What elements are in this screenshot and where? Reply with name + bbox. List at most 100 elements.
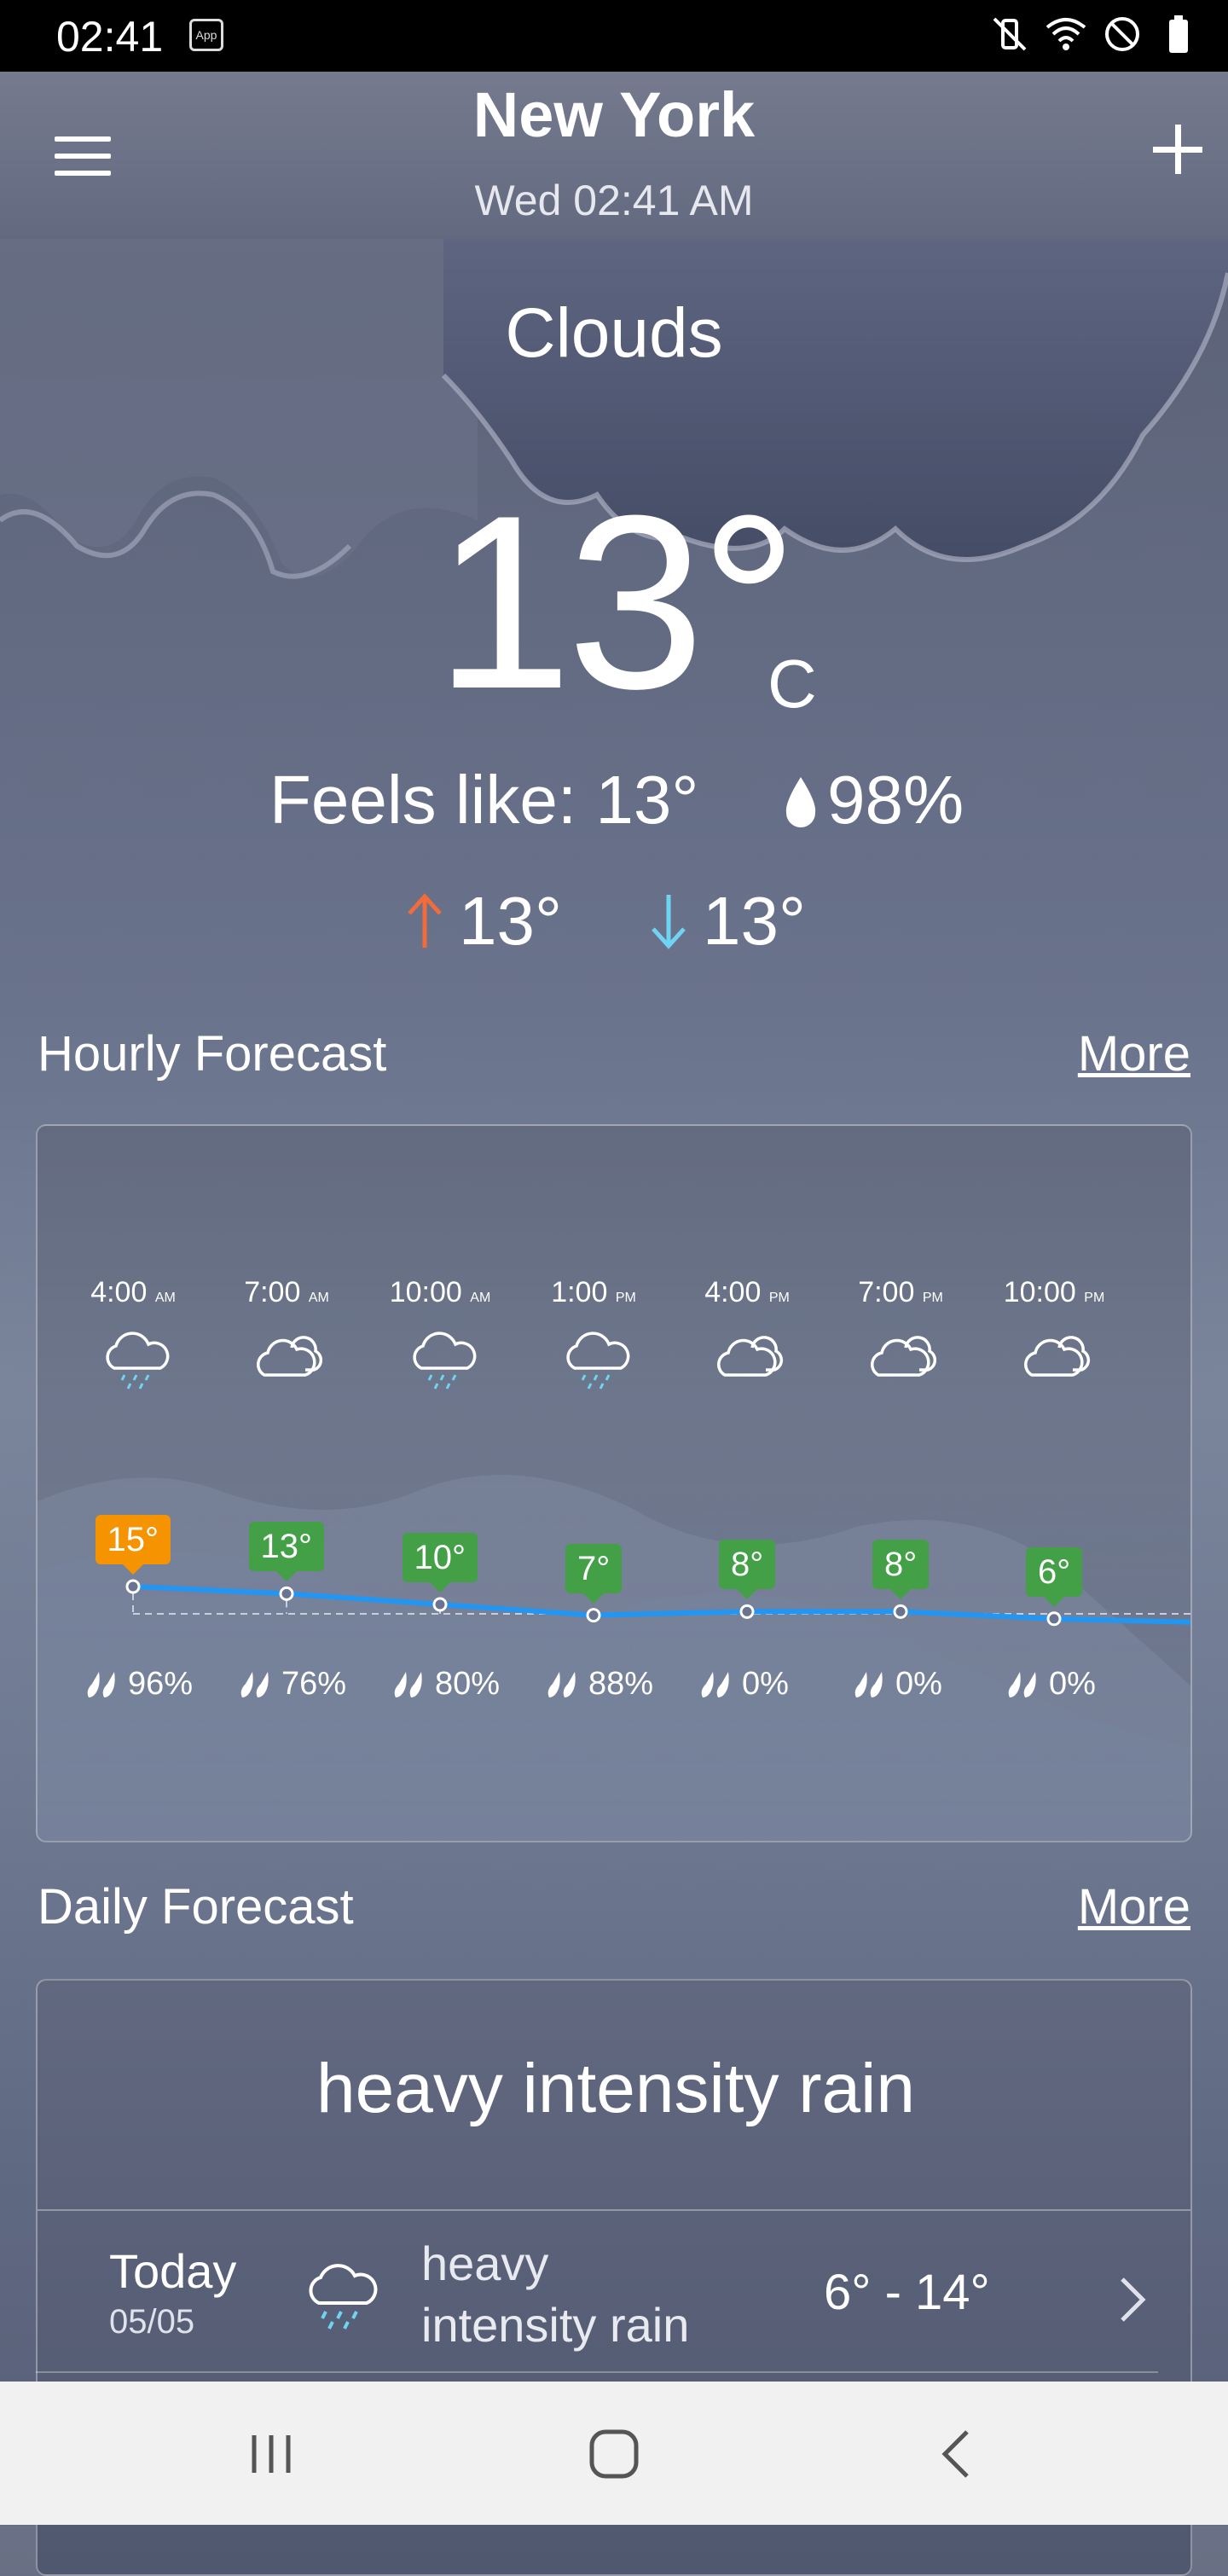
daily-summary: heavy intensity rain <box>316 2050 915 2127</box>
hourly-forecast-title: Hourly Forecast <box>38 1026 387 1082</box>
chevron-right-icon[interactable] <box>1115 2274 1150 2325</box>
precipitation-value: 88% <box>588 1666 654 1702</box>
raindrops-icon <box>701 1672 729 1697</box>
precipitation-value: 76% <box>281 1666 347 1702</box>
hourly-precipitation: 0% <box>1005 1665 1096 1703</box>
hourly-precipitation: 76% <box>237 1665 346 1703</box>
arrow-up-icon <box>408 893 442 948</box>
hourly-forecast-card[interactable]: 4:00 AM 15° 96% 7:00 AM 13° 76% 10:00 AM 10° 80%… <box>36 1124 1192 1842</box>
humidity-value: 98% <box>827 762 964 838</box>
hourly-temp-tag: 7° <box>565 1543 623 1604</box>
hourly-temperature-graph <box>38 1475 1190 1841</box>
app-notification-icon: App <box>189 19 223 51</box>
hour-ampm: AM <box>154 1291 176 1305</box>
raindrops-icon <box>547 1672 576 1697</box>
current-condition: Clouds <box>505 294 723 372</box>
hourly-temp-point <box>432 1597 448 1612</box>
cloud-rain-icon <box>309 2264 378 2329</box>
low-temp: 13° <box>648 882 806 960</box>
raindrops-icon <box>854 1672 883 1697</box>
hourly-item[interactable]: 10:00 AM <box>363 1276 517 1390</box>
day-date: 05/05 <box>109 2303 195 2341</box>
hour-ampm: AM <box>308 1291 329 1305</box>
recent-apps-button[interactable] <box>229 2416 314 2492</box>
hourly-temp-point <box>279 1586 294 1601</box>
humidity: 98% <box>783 761 964 839</box>
hour-time: 4:00 <box>704 1276 769 1308</box>
precipitation-value: 0% <box>742 1666 789 1702</box>
water-drop-icon <box>785 777 816 827</box>
temperature-unit[interactable]: C <box>768 645 817 723</box>
raindrops-icon <box>87 1672 115 1697</box>
precipitation-value: 96% <box>128 1666 194 1702</box>
hourly-precipitation: 0% <box>698 1665 789 1703</box>
hourly-item[interactable]: 7:00 AM <box>210 1276 363 1377</box>
hourly-temp-tag: 6° <box>1026 1546 1083 1607</box>
hour-ampm: PM <box>922 1291 943 1305</box>
hour-time: 7:00 <box>858 1276 923 1308</box>
raindrops-icon <box>1008 1672 1036 1697</box>
hour-time: 7:00 <box>244 1276 309 1308</box>
hourly-precipitation: 88% <box>544 1665 653 1703</box>
battery-icon <box>1158 14 1199 55</box>
current-temperature: 13° <box>434 464 799 740</box>
status-time: 02:41 <box>56 13 164 61</box>
hour-ampm: AM <box>470 1291 491 1305</box>
hourly-item[interactable]: 1:00 PM <box>517 1276 670 1390</box>
hour-ampm: PM <box>768 1291 790 1305</box>
back-button[interactable] <box>914 2416 999 2492</box>
add-city-icon[interactable] <box>1153 125 1202 174</box>
home-button[interactable] <box>571 2416 657 2492</box>
divider <box>36 2371 1158 2373</box>
raindrops-icon <box>240 1672 269 1697</box>
daily-more-link[interactable]: More <box>1078 1878 1190 1935</box>
vibrate-mute-icon <box>989 14 1030 55</box>
hourly-precipitation: 0% <box>851 1665 942 1703</box>
do-not-disturb-icon <box>1102 14 1143 55</box>
wifi-icon <box>1046 14 1086 55</box>
hourly-temp-point <box>739 1604 755 1619</box>
cloud-rain-icon <box>413 1332 477 1390</box>
feels-like: Feels like: 13° <box>269 762 699 838</box>
city-name[interactable]: New York <box>0 78 1228 151</box>
hourly-temp-tag: 15° <box>95 1515 171 1575</box>
high-temp-value: 13° <box>459 883 562 959</box>
precipitation-value: 80% <box>435 1666 501 1702</box>
hourly-temp-tag: 8° <box>719 1540 776 1600</box>
raindrops-icon <box>394 1672 422 1697</box>
hourly-item[interactable]: 4:00 PM <box>670 1276 824 1377</box>
cloudy-icon <box>257 1336 323 1377</box>
hour-ampm: PM <box>1084 1291 1105 1305</box>
hourly-temp-point <box>893 1604 908 1619</box>
daily-forecast-title: Daily Forecast <box>38 1879 354 1935</box>
hour-time: 4:00 <box>90 1276 155 1308</box>
hourly-precipitation: 96% <box>84 1665 193 1703</box>
daily-row-today[interactable]: Today 05/05 heavy intensity rain 6° - 14… <box>38 2213 1190 2375</box>
hourly-more-link[interactable]: More <box>1078 1025 1190 1082</box>
hourly-item[interactable]: 10:00 PM <box>977 1276 1131 1377</box>
hourly-temp-tag: 8° <box>872 1540 930 1600</box>
arrow-down-icon <box>652 895 686 949</box>
system-nav-bar <box>0 2382 1228 2525</box>
day-description: heavy intensity rain <box>421 2237 690 2352</box>
precipitation-value: 0% <box>895 1666 942 1702</box>
cloudy-icon <box>717 1336 784 1377</box>
cloud-rain-icon <box>106 1332 170 1390</box>
hourly-item[interactable]: 7:00 PM <box>824 1276 977 1377</box>
day-temp-range: 6° - 14° <box>824 2265 990 2320</box>
hourly-item[interactable]: 4:00 AM <box>56 1276 210 1390</box>
day-name: Today <box>109 2244 237 2298</box>
divider <box>38 2209 1190 2211</box>
status-icons <box>989 14 1199 55</box>
hourly-temp-tag: 13° <box>248 1522 324 1582</box>
precipitation-value: 0% <box>1049 1666 1096 1702</box>
hourly-temp-tag: 10° <box>402 1533 478 1593</box>
status-bar: 02:41 App <box>0 0 1228 72</box>
hour-time: 10:00 <box>1003 1276 1085 1308</box>
low-temp-value: 13° <box>703 883 806 959</box>
high-temp: 13° <box>404 882 562 960</box>
hourly-temp-point <box>586 1608 601 1623</box>
cloudy-icon <box>871 1336 937 1377</box>
current-datetime: Wed 02:41 AM <box>474 177 754 224</box>
hourly-temp-point <box>125 1579 141 1594</box>
